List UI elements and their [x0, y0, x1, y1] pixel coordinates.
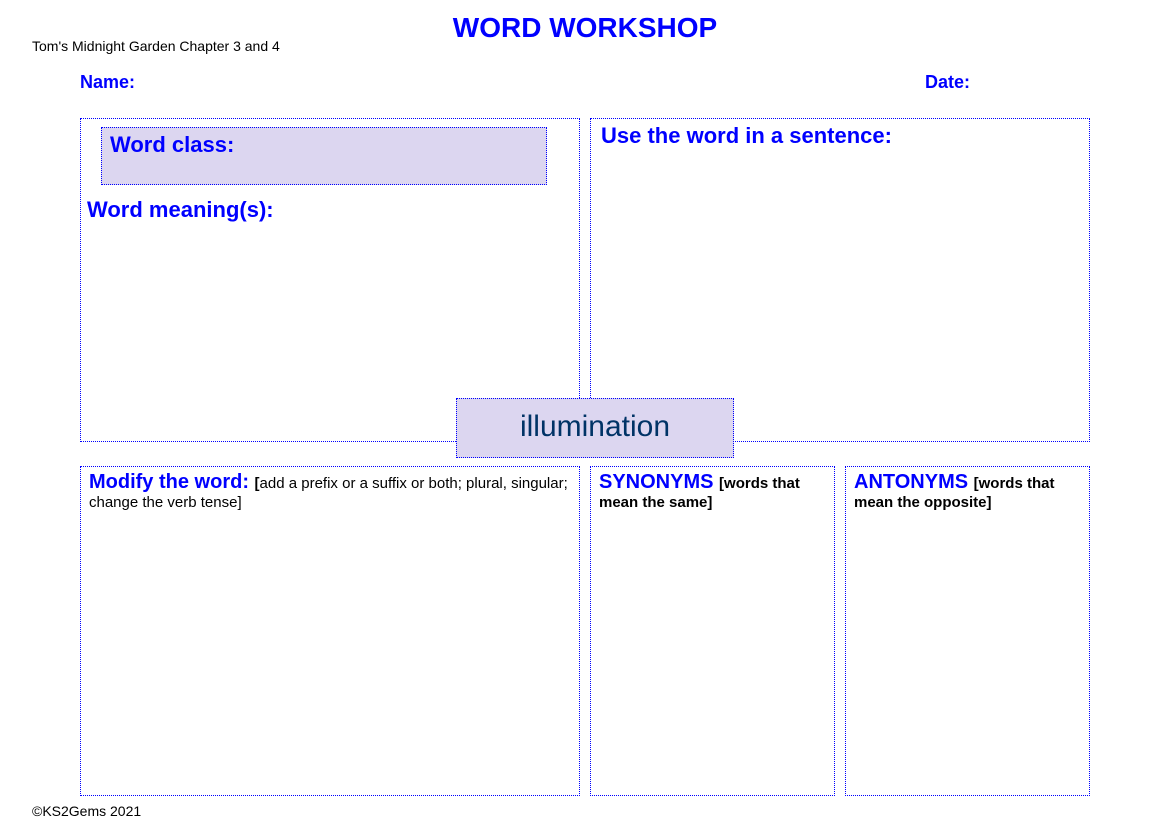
- name-label: Name:: [80, 72, 135, 93]
- synonyms-box: SYNONYMS [words that mean the same]: [590, 466, 835, 796]
- antonyms-box: ANTONYMS [words that mean the opposite]: [845, 466, 1090, 796]
- antonyms-heading: ANTONYMS: [854, 471, 974, 493]
- sentence-box: Use the word in a sentence:: [590, 118, 1090, 442]
- modify-box: Modify the word: [add a prefix or a suff…: [80, 466, 580, 796]
- name-date-row: Name: Date:: [0, 72, 1170, 93]
- synonyms-heading: SYNONYMS: [599, 471, 719, 493]
- copyright: ©KS2Gems 2021: [32, 803, 141, 819]
- word-class-label: Word class:: [110, 132, 538, 158]
- word-class-box: Word class:: [101, 127, 547, 185]
- date-label: Date:: [925, 72, 970, 93]
- word-info-box: Word class: Word meaning(s):: [80, 118, 580, 442]
- target-word: illumination: [456, 398, 734, 458]
- chapter-subtitle: Tom's Midnight Garden Chapter 3 and 4: [32, 38, 280, 54]
- sentence-label: Use the word in a sentence:: [591, 119, 1089, 153]
- word-meanings-label: Word meaning(s):: [87, 197, 274, 223]
- modify-bracket-close: ]: [237, 494, 241, 511]
- modify-heading: Modify the word:: [89, 471, 255, 493]
